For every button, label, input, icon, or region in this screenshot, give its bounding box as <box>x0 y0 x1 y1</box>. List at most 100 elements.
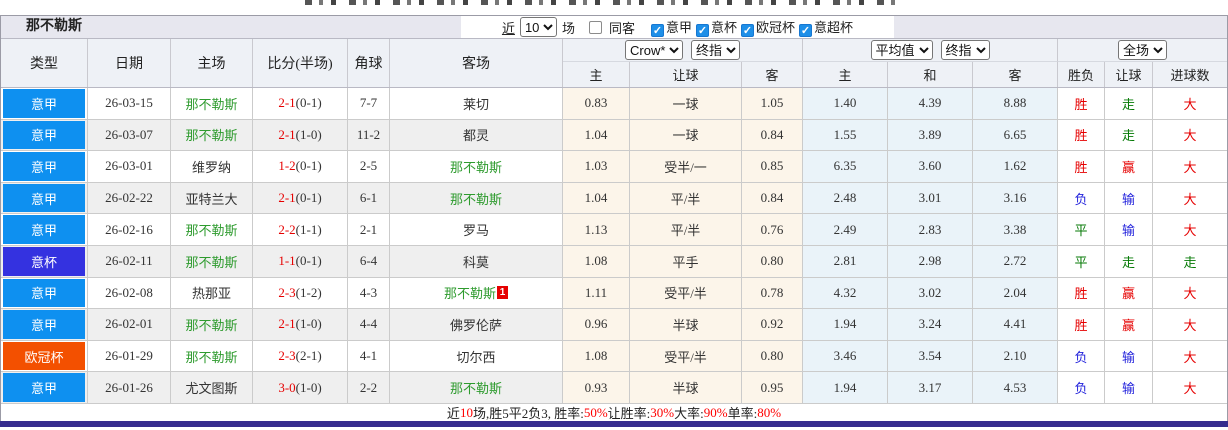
col-header-home: 主场 <box>171 39 253 87</box>
league-checkbox[interactable] <box>799 24 813 37</box>
table-row: 意甲 26-03-01 维罗纳 1-2 (0-1) 2-5 那不勒斯 1.03 受半/一 0.85… <box>1 151 1227 183</box>
euro-draw-odds: 3.17 <box>888 372 973 404</box>
home-team[interactable]: 那不勒斯 <box>185 125 237 144</box>
handicap-line: 平手 <box>630 245 742 278</box>
score-cell: 2-1 (0-1) <box>253 88 348 120</box>
handicap-result-cell: 输 <box>1105 340 1153 373</box>
corners-cell: 11-2 <box>348 119 390 152</box>
away-team[interactable]: 切尔西 <box>456 347 495 366</box>
away-team[interactable]: 莱切 <box>463 94 489 113</box>
handicap-result-cell: 赢 <box>1105 151 1153 183</box>
asian-away-odds: 0.85 <box>742 151 803 183</box>
same-away-checkbox[interactable] <box>588 20 602 34</box>
home-team[interactable]: 热那亚 <box>192 283 231 302</box>
home-team-cell: 亚特兰大 <box>171 182 253 215</box>
summary-segment: 10 <box>459 404 473 420</box>
euro-home-odds: 3.46 <box>803 340 888 373</box>
away-team[interactable]: 那不勒斯 <box>450 157 502 176</box>
away-team[interactable]: 佛罗伦萨 <box>450 315 502 334</box>
handicap-line: 受半/一 <box>630 151 742 183</box>
league-badge: 意甲 <box>3 373 85 402</box>
result-cell: 胜 <box>1058 119 1105 152</box>
table-body: 意甲 26-03-15 那不勒斯 2-1 (0-1) 7-7 莱切 0.83 一球 1.05 1.4… <box>1 88 1227 404</box>
same-away-label: 同客 <box>608 20 635 36</box>
asian-away-odds: 1.05 <box>742 88 803 120</box>
goals-result-cell: 大 <box>1153 182 1227 215</box>
summary-segment: 近 <box>446 406 460 422</box>
away-team[interactable]: 科莫 <box>463 252 489 271</box>
scope-select[interactable]: 全场 <box>1118 40 1167 60</box>
table-row: 意甲 26-02-08 热那亚 2-3 (1-2) 4-3 那不勒斯 1 1.11 受平/半 0.7… <box>1 277 1227 310</box>
red-card-badge: 1 <box>497 286 508 300</box>
away-team[interactable]: 那不勒斯 <box>450 378 502 397</box>
home-team[interactable]: 维罗纳 <box>192 157 231 176</box>
league-filter-2: 欧冠杯 <box>741 20 795 37</box>
away-team[interactable]: 那不勒斯 <box>444 283 496 302</box>
sub-header-euro-home: 主 <box>803 62 888 87</box>
euro-odds-time-select[interactable]: 终指 <box>940 40 990 60</box>
goals-result-cell: 大 <box>1153 372 1227 404</box>
summary-segment: 90% <box>703 404 728 420</box>
asian-odds-time-select[interactable]: 终指 <box>691 40 740 60</box>
league-label: 意甲 <box>665 20 692 35</box>
col-header-type: 类型 <box>1 39 88 87</box>
matches-label: 场 <box>561 20 575 36</box>
league-checkbox[interactable] <box>696 24 709 37</box>
match-date: 26-02-11 <box>88 245 171 278</box>
handicap-line: 平/半 <box>630 182 742 215</box>
table-row: 意甲 26-03-07 那不勒斯 2-1 (1-0) 11-2 都灵 1.04 一球 0.84 1.… <box>1 119 1227 152</box>
league-cell: 意甲 <box>1 151 88 183</box>
halftime-score: (1-2) <box>295 284 322 300</box>
euro-away-odds: 3.16 <box>973 182 1058 215</box>
match-date: 26-02-01 <box>88 309 171 341</box>
home-team[interactable]: 那不勒斯 <box>185 220 237 239</box>
handicap-result-cell: 输 <box>1105 372 1153 404</box>
euro-draw-odds: 4.39 <box>888 88 973 120</box>
result-cell: 平 <box>1058 245 1105 278</box>
league-badge: 意甲 <box>3 183 85 213</box>
table-row: 意甲 26-03-15 那不勒斯 2-1 (0-1) 7-7 莱切 0.83 一球 1.05 1.4… <box>1 88 1227 120</box>
euro-draw-odds: 3.89 <box>888 119 973 152</box>
home-team[interactable]: 那不勒斯 <box>185 315 237 334</box>
odds-source-select[interactable]: Crow* <box>625 40 683 60</box>
handicap-line: 受平/半 <box>630 340 742 373</box>
sub-header-handicap: 让球 <box>630 62 742 87</box>
asian-away-odds: 0.84 <box>742 182 803 215</box>
col-header-corner: 角球 <box>348 39 390 87</box>
sub-header-goals: 进球数 <box>1170 68 1210 83</box>
away-team[interactable]: 那不勒斯 <box>450 189 502 208</box>
league-filter-group: 意甲 意杯 欧冠杯 意超杯 <box>647 17 853 37</box>
score-cell: 2-1 (1-0) <box>253 119 348 152</box>
asian-home-odds: 1.11 <box>563 277 630 310</box>
league-cell: 意甲 <box>1 309 88 341</box>
corners-cell: 6-1 <box>348 182 390 215</box>
bottom-divider-bar <box>0 421 1228 427</box>
home-team[interactable]: 那不勒斯 <box>185 252 237 271</box>
table-row: 意杯 26-02-11 那不勒斯 1-1 (0-1) 6-4 科莫 1.08 平手 0.80 2.8… <box>1 245 1227 278</box>
handicap-result-cell: 输 <box>1105 182 1153 215</box>
result-cell: 平 <box>1058 214 1105 246</box>
home-team-cell: 尤文图斯 <box>171 372 253 404</box>
league-badge: 意甲 <box>3 89 85 118</box>
home-team[interactable]: 那不勒斯 <box>185 347 237 366</box>
home-team[interactable]: 那不勒斯 <box>185 94 237 113</box>
home-team[interactable]: 亚特兰大 <box>185 189 237 208</box>
fulltime-score: 2-2 <box>278 221 296 237</box>
match-date: 26-02-22 <box>88 182 171 215</box>
goals-result-cell: 大 <box>1153 340 1227 373</box>
euro-away-odds: 4.53 <box>973 372 1058 404</box>
euro-draw-odds: 3.01 <box>888 182 973 215</box>
league-checkbox[interactable] <box>650 24 664 37</box>
recent-count-select[interactable]: 10 <box>519 17 557 37</box>
away-team[interactable]: 罗马 <box>463 220 489 239</box>
recent-link[interactable]: 近 <box>502 18 515 37</box>
home-team[interactable]: 尤文图斯 <box>185 378 237 397</box>
away-team[interactable]: 都灵 <box>463 125 489 144</box>
handicap-line: 一球 <box>630 88 742 120</box>
league-checkbox[interactable] <box>741 24 755 37</box>
asian-away-odds: 0.92 <box>742 309 803 341</box>
halftime-score: (1-1) <box>295 221 322 237</box>
euro-source-select[interactable]: 平均值 <box>870 40 933 60</box>
table-row: 欧冠杯 26-01-29 那不勒斯 2-3 (2-1) 4-1 切尔西 1.08 受平/半 0.8… <box>1 340 1227 373</box>
league-cell: 意甲 <box>1 277 88 310</box>
